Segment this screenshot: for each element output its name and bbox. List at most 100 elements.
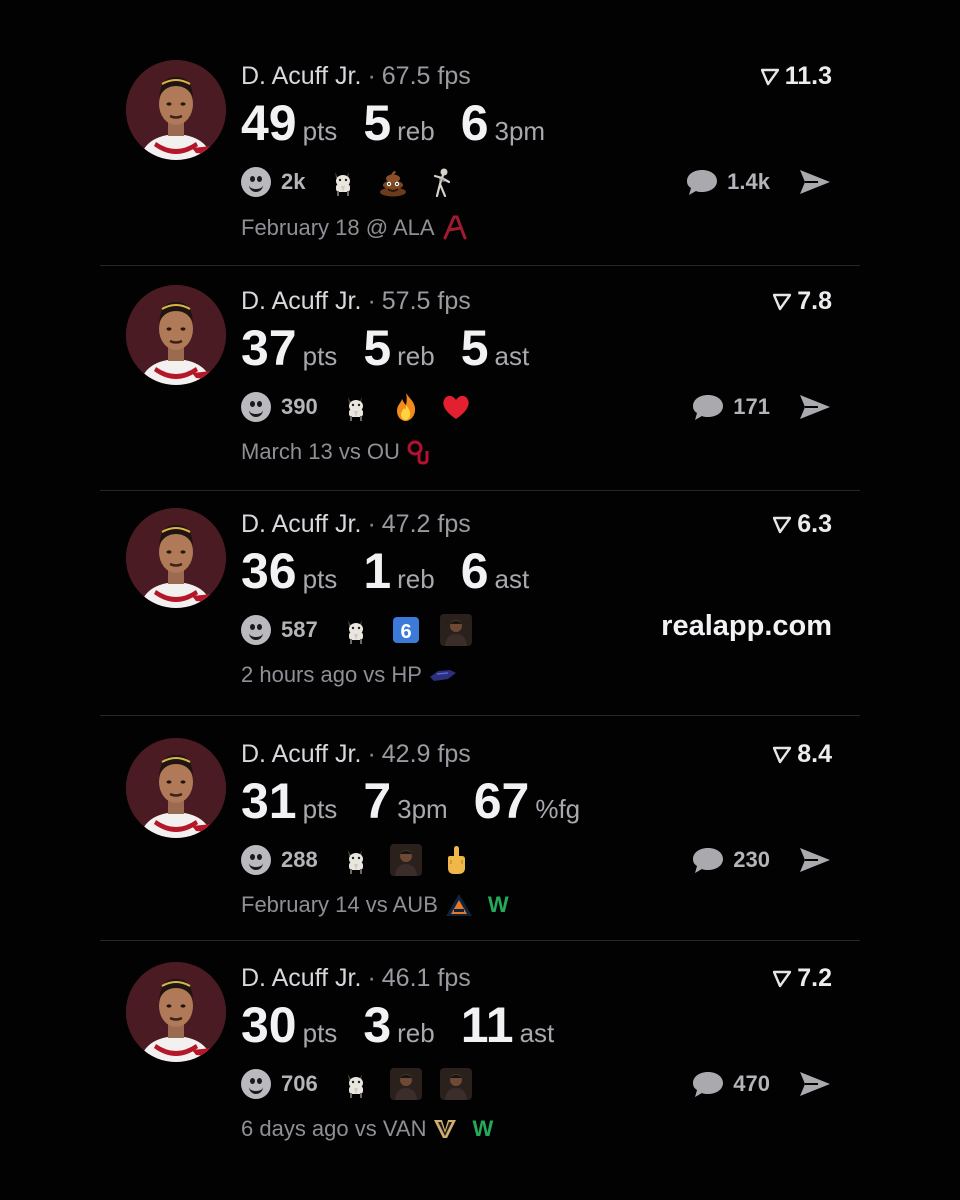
stat-value: 1	[363, 543, 392, 599]
stat-value: 6	[460, 95, 489, 151]
rating-value: 7.2	[797, 964, 832, 992]
stat-value: 31	[241, 773, 297, 829]
card-divider	[100, 940, 860, 941]
post-header: D. Acuff Jr. · 46.1 fps	[241, 964, 471, 993]
heart-reaction-icon[interactable]	[440, 391, 472, 423]
share-send-icon[interactable]	[798, 845, 832, 875]
fantasy-points: 47.2 fps	[381, 510, 471, 538]
stat-value: 5	[363, 320, 392, 376]
stat-unit: reb	[397, 341, 435, 371]
game-date-opponent: 2 hours ago vs HP	[241, 662, 422, 687]
comment-icon[interactable]	[685, 167, 719, 197]
rating-score[interactable]: 7.2	[773, 964, 832, 993]
player-avatar[interactable]	[126, 60, 226, 160]
post-card[interactable]: D. Acuff Jr. · 57.5 fps 7.8 37 pts 5 reb 5 ast 390…	[100, 285, 860, 510]
player-name[interactable]: D. Acuff Jr.	[241, 510, 361, 538]
post-card[interactable]: D. Acuff Jr. · 46.1 fps 7.2 30 pts 3 reb 11 ast 70…	[100, 962, 860, 1187]
stat-value: 3	[363, 997, 392, 1053]
stat-item: 1 reb	[363, 542, 434, 600]
smile-reaction-icon[interactable]	[241, 392, 271, 422]
smile-reaction-icon[interactable]	[241, 615, 271, 645]
stat-item: 31 pts	[241, 772, 337, 830]
player-name[interactable]: D. Acuff Jr.	[241, 740, 361, 768]
stat-unit: pts	[302, 116, 338, 146]
player-name[interactable]: D. Acuff Jr.	[241, 62, 361, 90]
rating-score[interactable]: 8.4	[773, 740, 832, 769]
game-info: 2 hours ago vs HP	[241, 662, 458, 688]
game-result-badge: W	[487, 892, 509, 917]
six-keycap-reaction-icon[interactable]: 6	[390, 614, 422, 646]
share-send-icon[interactable]	[798, 1069, 832, 1099]
player-photo-reaction-icon[interactable]	[439, 1068, 472, 1100]
stat-line: 37 pts 5 reb 5 ast	[241, 319, 555, 377]
player-photo-reaction-icon[interactable]	[389, 844, 422, 876]
comment-icon[interactable]	[691, 392, 725, 422]
player-photo-reaction-icon[interactable]	[389, 1068, 422, 1100]
stat-unit: 3pm	[494, 116, 546, 146]
stat-value: 7	[363, 773, 392, 829]
separator-dot: ·	[367, 740, 376, 768]
player-name[interactable]: D. Acuff Jr.	[241, 287, 361, 315]
rating-arrow-icon	[773, 293, 792, 311]
game-info: 6 days ago vs VAN W	[241, 1116, 493, 1142]
rating-value: 7.8	[797, 287, 832, 315]
goat-reaction-icon[interactable]	[327, 166, 359, 198]
rating-score[interactable]: 6.3	[773, 510, 832, 539]
game-result-badge: W	[472, 1116, 494, 1141]
stat-unit: reb	[397, 564, 435, 594]
stat-item: 49 pts	[241, 94, 337, 152]
goat-reaction-icon[interactable]	[340, 844, 372, 876]
rating-score[interactable]: 7.8	[773, 287, 832, 316]
middle-finger-reaction-icon[interactable]	[440, 844, 472, 876]
smile-reaction-icon[interactable]	[241, 845, 271, 875]
comment-share-bar: 1.4k	[685, 164, 832, 200]
fantasy-points: 42.9 fps	[381, 740, 471, 768]
game-info: March 13 vs OU	[241, 439, 432, 465]
auburn-logo	[444, 892, 474, 918]
comment-icon[interactable]	[691, 1069, 725, 1099]
reactions-bar: 706	[241, 1066, 490, 1102]
high-point-logo	[428, 665, 458, 685]
rating-score[interactable]: 11.3	[760, 62, 832, 91]
rating-value: 8.4	[797, 740, 832, 768]
poop-reaction-icon[interactable]	[377, 166, 409, 198]
rating-arrow-icon	[773, 516, 792, 534]
card-divider	[100, 715, 860, 716]
goat-reaction-icon[interactable]	[340, 614, 372, 646]
goat-reaction-icon[interactable]	[340, 1068, 372, 1100]
player-avatar[interactable]	[126, 285, 226, 385]
post-card[interactable]: D. Acuff Jr. · 42.9 fps 8.4 31 pts 7 3pm 67 %fg 28…	[100, 738, 860, 963]
player-avatar[interactable]	[126, 962, 226, 1062]
separator-dot: ·	[367, 62, 376, 90]
stat-item: 3 reb	[363, 996, 434, 1054]
share-send-icon[interactable]	[798, 167, 832, 197]
player-photo-reaction-icon[interactable]	[439, 614, 472, 646]
goat-reaction-icon[interactable]	[340, 391, 372, 423]
comment-share-bar: 230	[691, 842, 832, 878]
stat-item: 37 pts	[241, 319, 337, 377]
stat-unit: 3pm	[397, 794, 448, 824]
comment-share-bar: 470	[691, 1066, 832, 1102]
stat-line: 30 pts 3 reb 11 ast	[241, 996, 580, 1054]
stat-item: 6 3pm	[461, 94, 545, 152]
comment-icon[interactable]	[691, 845, 725, 875]
game-info: February 14 vs AUB W	[241, 892, 509, 918]
stat-value: 5	[363, 95, 392, 151]
smile-reaction-icon[interactable]	[241, 1069, 271, 1099]
player-name[interactable]: D. Acuff Jr.	[241, 964, 361, 992]
smile-reaction-icon[interactable]	[241, 167, 271, 197]
fire-reaction-icon[interactable]	[390, 391, 422, 423]
post-card[interactable]: D. Acuff Jr. · 47.2 fps 6.3 36 pts 1 reb 6 ast 587…	[100, 508, 860, 733]
stat-item: 6 ast	[461, 542, 530, 600]
alabama-logo	[441, 214, 469, 242]
reactions-bar: 288	[241, 842, 490, 878]
player-avatar[interactable]	[126, 508, 226, 608]
skeleton-reaction-icon[interactable]	[427, 166, 459, 198]
reaction-count: 2k	[281, 169, 306, 194]
svg-text:6: 6	[400, 621, 411, 643]
game-date-opponent: February 14 vs AUB	[241, 892, 438, 917]
player-avatar[interactable]	[126, 738, 226, 838]
stat-item: 5 reb	[363, 319, 434, 377]
share-send-icon[interactable]	[798, 392, 832, 422]
post-card[interactable]: D. Acuff Jr. · 67.5 fps 11.3 49 pts 5 reb 6 3pm 2k…	[100, 60, 860, 285]
